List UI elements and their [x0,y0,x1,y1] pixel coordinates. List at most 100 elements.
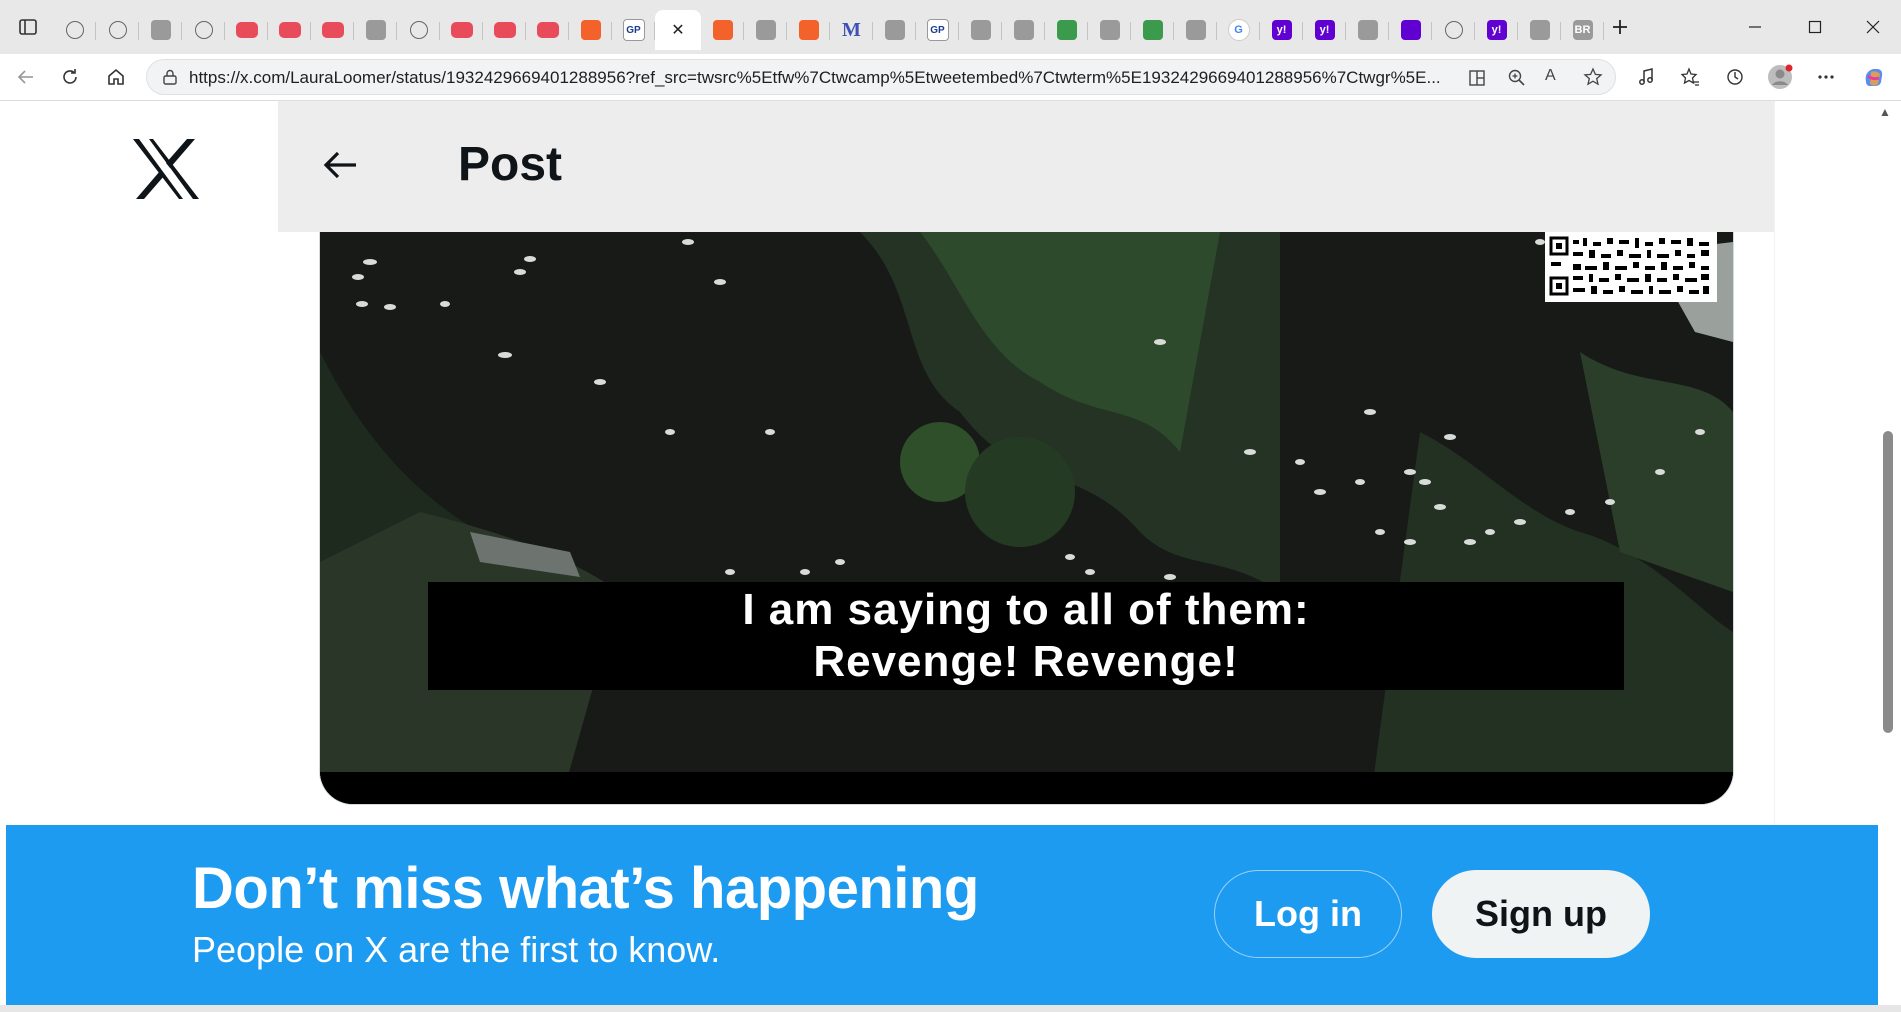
document-icon [755,20,776,40]
browser-tab[interactable] [526,10,569,50]
login-button[interactable]: Log in [1214,870,1402,958]
browser-tab[interactable]: y! [1260,10,1303,50]
youtube-icon [235,22,258,38]
browser-tab[interactable] [787,10,830,50]
media-control-icon[interactable] [1628,54,1664,100]
browser-tab[interactable] [1346,10,1389,50]
new-tab-button[interactable] [1600,0,1640,54]
x-icon: ✕ [671,22,685,39]
image-icon [884,20,905,40]
video-subtitle-line-1: I am saying to all of them: [742,585,1310,634]
tab-actions-icon[interactable] [8,0,48,54]
bookmark-icon [580,20,601,40]
banner-title: Don’t miss what’s happening [192,856,979,921]
refresh-button[interactable] [52,54,88,100]
history-icon[interactable] [1717,54,1753,100]
signup-button[interactable]: Sign up [1432,870,1650,958]
browser-tab[interactable] [1389,10,1432,50]
status-strip [0,1005,1901,1012]
book-icon [1142,20,1163,40]
browser-tab[interactable]: M [830,10,873,50]
back-arrow-icon[interactable] [320,145,360,185]
browser-tab[interactable]: y! [1303,10,1346,50]
browser-tab[interactable] [483,10,526,50]
browser-tab[interactable] [569,10,612,50]
browser-tab[interactable] [1045,10,1088,50]
browser-tab[interactable] [182,10,225,50]
br-icon: BR [1572,20,1593,40]
browser-tab[interactable] [53,10,96,50]
qr-code [1545,232,1717,302]
profile-avatar[interactable] [1762,54,1798,100]
yahoo-icon: y! [1486,20,1507,40]
split-screen-icon[interactable] [1467,68,1487,93]
scrollbar-thumb[interactable] [1883,431,1893,733]
globe-icon [1444,21,1463,39]
youtube-icon [536,22,559,38]
planet-icon [1357,20,1378,40]
url-text[interactable]: https://x.com/LauraLoomer/status/1932429… [189,68,1449,88]
more-menu-icon[interactable] [1808,54,1844,100]
link-icon [1056,20,1077,40]
browser-tab[interactable] [354,10,397,50]
news-icon [150,20,171,40]
copilot-icon[interactable] [1856,54,1892,100]
browser-tab[interactable] [139,10,182,50]
address-bar[interactable]: https://x.com/LauraLoomer/status/1932429… [146,59,1616,95]
read-aloud-icon[interactable]: A [1545,67,1556,85]
x-logo-icon[interactable] [131,137,201,201]
zoom-icon[interactable] [1507,68,1527,93]
gp-icon: GP [622,19,645,41]
globe-icon [65,21,84,39]
browser-tab[interactable] [1432,10,1475,50]
mail-icon [1400,20,1421,40]
shield-icon [365,20,386,40]
browser-tab[interactable]: GP [916,10,959,50]
browser-tab[interactable] [744,10,787,50]
browser-tab[interactable]: GP [612,10,655,50]
gp-icon: GP [926,19,949,41]
browser-tab[interactable] [959,10,1002,50]
browser-tab[interactable]: ✕ [655,10,701,50]
browser-tab[interactable] [311,10,354,50]
maximize-button[interactable] [1785,0,1845,54]
yahoo-icon: y! [1271,20,1292,40]
browser-tab[interactable] [1174,10,1217,50]
site-info-icon[interactable] [161,68,179,91]
browser-tab[interactable] [268,10,311,50]
seal-icon [1013,20,1034,40]
banner-subtitle: People on X are the first to know. [192,929,721,970]
browser-tab[interactable] [1131,10,1174,50]
browser-tab[interactable] [96,10,139,50]
browser-tab[interactable] [225,10,268,50]
browser-tab[interactable]: G [1217,10,1260,50]
video-subtitle-line-2: Revenge! Revenge! [813,637,1239,686]
browser-tab[interactable] [1088,10,1131,50]
favorites-icon[interactable] [1672,54,1708,100]
browser-tab-strip: GP ✕ M GP Gy! y! y! BR [0,0,1901,54]
favorite-star-icon[interactable] [1583,67,1603,92]
youtube-icon [450,22,473,38]
browser-tab[interactable] [397,10,440,50]
browser-tab[interactable] [873,10,916,50]
browser-tab[interactable]: y! [1475,10,1518,50]
tab-list: GP ✕ M GP Gy! y! y! BR [53,0,1604,54]
browser-tab[interactable] [440,10,483,50]
minimize-button[interactable] [1725,0,1785,54]
page-title: Post [458,138,563,191]
globe-icon [409,21,428,39]
youtube-icon [278,22,301,38]
close-window-button[interactable] [1845,0,1901,54]
browser-tab[interactable] [701,10,744,50]
browser-tab[interactable]: BR [1561,10,1604,50]
scroll-up-arrow-icon[interactable]: ▲ [1879,105,1891,119]
browser-tab[interactable] [1002,10,1045,50]
home-button[interactable] [98,54,134,100]
browser-tab[interactable] [1518,10,1561,50]
browser-toolbar: https://x.com/LauraLoomer/status/1932429… [0,54,1901,101]
seal-icon [970,20,991,40]
shield-icon [1185,20,1206,40]
post-video[interactable]: I am saying to all of them: Revenge! Rev… [319,232,1734,805]
video-subtitle: I am saying to all of them: Revenge! Rev… [428,582,1624,690]
back-button[interactable] [8,54,44,100]
